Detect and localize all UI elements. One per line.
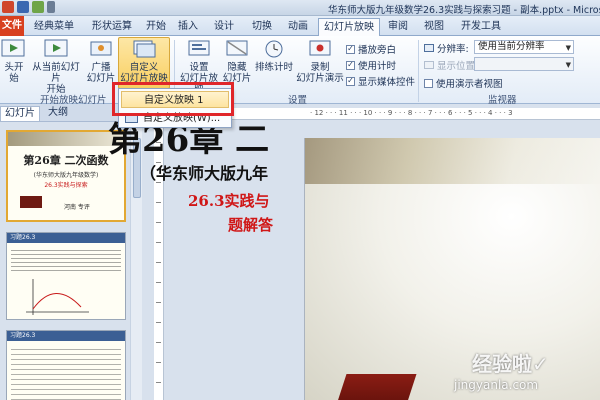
play-narrations-checkbox[interactable]: ✓ 播放旁白 [346, 42, 396, 56]
tab-design[interactable]: 设计 [210, 18, 238, 36]
resolution-label: 分辨率: [424, 41, 469, 55]
tab-home[interactable]: 开始 [142, 18, 170, 36]
broadcast-icon [90, 41, 112, 56]
tab-transitions[interactable]: 切换 [248, 18, 276, 36]
watermark-text: 经验啦✓ [472, 352, 549, 376]
tab-review[interactable]: 审阅 [384, 18, 412, 36]
title-bar: 华东师大版九年级数学26.3实践与探索习题 - 副本.pptx - Micros… [0, 0, 600, 16]
window-title: 华东师大版九年级数学26.3实践与探索习题 - 副本.pptx - Micros… [328, 5, 600, 16]
broadcast-slide-show-button[interactable]: 广播 幻灯片 [86, 38, 116, 84]
monitor-icon [424, 44, 434, 52]
hide-slide-button[interactable]: 隐藏 幻灯片 [222, 38, 252, 84]
thumb-header: 习题26.3 [7, 233, 125, 243]
tab-slide-show[interactable]: 幻灯片放映 [318, 18, 380, 37]
monitor-icon [424, 61, 434, 69]
tab-animations[interactable]: 动画 [284, 18, 312, 36]
show-on-label: 显示位置: [424, 58, 478, 72]
thumb-author: 河南 专评 [64, 204, 90, 211]
tab-file[interactable]: 文件 [0, 16, 24, 36]
checkbox-checked-icon: ✓ [346, 60, 355, 70]
ribbon: 头开始 从当前幻灯片 开始 广播 幻灯片 自定义 幻灯片放映 开始放映幻灯片 设… [0, 36, 600, 106]
thumb-graph-icon [26, 279, 89, 315]
quick-access-toolbar [2, 1, 55, 13]
checkbox-unchecked-icon [424, 78, 433, 88]
play-from-current-icon [44, 39, 68, 57]
custom-show-icon [133, 40, 156, 58]
record-show-icon [309, 40, 331, 56]
tab-insert[interactable]: 插入 [174, 18, 202, 36]
show-on-dropdown[interactable]: ▼ [474, 57, 574, 71]
highlight-callout-box [112, 82, 234, 116]
slide-thumbnail-3[interactable]: 习题26.3 [6, 330, 126, 400]
book-image [333, 374, 417, 400]
group-separator [418, 40, 419, 102]
tab-slides[interactable]: 幻灯片 [0, 106, 40, 121]
slide-thumbnail-2[interactable]: 习题26.3 [6, 232, 126, 320]
setup-show-icon [188, 40, 210, 56]
thumb-text-lines [11, 345, 121, 400]
from-current-slide-button[interactable]: 从当前幻灯片 开始 [30, 38, 82, 95]
undo-icon[interactable] [32, 1, 44, 13]
play-from-start-icon [1, 39, 25, 57]
chevron-down-icon: ▼ [565, 44, 571, 52]
slide-thumbnails-pane: 第26章 二次函数 (华东师大版九年级数学) 26.3实践与探索 河南 专评 习… [0, 122, 150, 400]
slide-subtitle[interactable]: （华东师大版九年 [140, 160, 268, 184]
show-media-controls-checkbox[interactable]: ✓ 显示媒体控件 [346, 74, 415, 88]
current-slide[interactable] [304, 138, 600, 400]
app-icon[interactable] [2, 1, 14, 13]
from-beginning-button[interactable]: 头开始 [0, 38, 28, 84]
checkbox-checked-icon: ✓ [346, 76, 355, 86]
tab-developer[interactable]: 开发工具 [456, 18, 506, 36]
thumb-text-lines [11, 247, 121, 273]
customize-arrow-icon[interactable] [47, 1, 55, 13]
rehearse-timer-icon [265, 40, 283, 58]
tab-classic-menu[interactable]: 经典菜单 [26, 18, 82, 36]
ribbon-tabs: 文件 经典菜单 形状运算 开始 插入 设计 切换 动画 幻灯片放映 审阅 视图 … [0, 16, 600, 37]
chevron-down-icon: ▼ [565, 61, 571, 69]
rehearse-timings-button[interactable]: 排练计时 [254, 38, 294, 73]
presenter-view-checkbox[interactable]: 使用演示者视图 [424, 76, 503, 90]
tab-outline[interactable]: 大纲 [48, 106, 68, 121]
tab-view[interactable]: 视图 [420, 18, 448, 36]
watermark-url: jingyanla.com [454, 378, 539, 392]
slide-canvas [305, 138, 600, 400]
tab-shape-ops[interactable]: 形状运算 [84, 18, 140, 36]
slide-section-title[interactable]: 26.3实践与 [188, 190, 270, 211]
thumb-title: 第26章 二次函数 [23, 154, 109, 167]
hide-slide-icon [226, 40, 248, 56]
slide-section-subtitle[interactable]: 题解答 [228, 214, 273, 235]
thumb-header: 习题26.3 [7, 331, 125, 341]
checkbox-checked-icon: ✓ [346, 44, 355, 54]
thumb-red-text: 26.3实践与探索 [44, 182, 88, 189]
record-slide-show-button[interactable]: 录制 幻灯片演示 [294, 38, 346, 84]
thumb-subtitle: (华东师大版九年级数学) [33, 172, 99, 179]
book-icon [20, 196, 42, 208]
use-timings-checkbox[interactable]: ✓ 使用计时 [346, 58, 396, 72]
resolution-dropdown[interactable]: 使用当前分辨率 ▼ [474, 40, 574, 54]
save-icon[interactable] [17, 1, 29, 13]
